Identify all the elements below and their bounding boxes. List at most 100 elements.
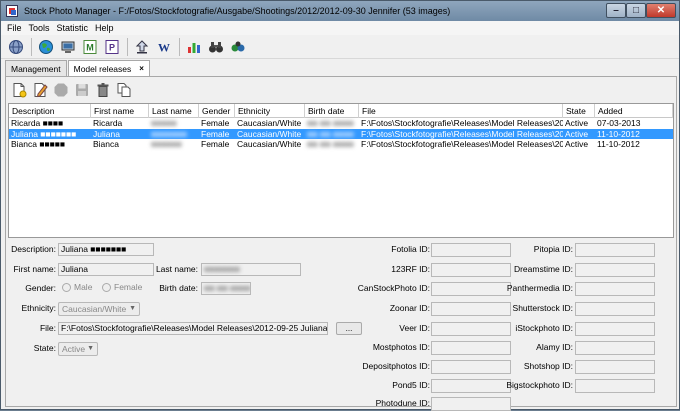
gender-female-radio[interactable]: Female xyxy=(102,282,142,292)
close-tab-icon[interactable]: × xyxy=(139,64,144,73)
tab-bar: Management Model releases × xyxy=(5,60,151,76)
column-header[interactable]: Ethnicity xyxy=(235,104,305,118)
releases-toolbar xyxy=(10,80,136,100)
world-icon[interactable] xyxy=(37,38,55,56)
pond5-id-field[interactable] xyxy=(431,379,511,393)
menu-tools[interactable]: Tools xyxy=(29,23,50,33)
cell-birth-date: ■■-■■-■■■■ xyxy=(307,128,354,139)
column-header[interactable]: File xyxy=(359,104,563,118)
123rf-id-field[interactable] xyxy=(431,263,511,277)
panthermedia-id-field[interactable] xyxy=(575,282,655,296)
computer-icon[interactable] xyxy=(59,38,77,56)
copy-icon[interactable] xyxy=(115,81,133,99)
fotolia-id-label: Fotolia ID: xyxy=(391,244,430,254)
cell-first-name: Ricarda xyxy=(93,118,123,128)
chevron-down-icon: ▼ xyxy=(129,305,136,312)
w-icon[interactable]: W xyxy=(155,38,173,56)
description-field[interactable]: Juliana ■■■■■■■ xyxy=(58,243,154,256)
upload-icon[interactable] xyxy=(133,38,151,56)
browse-file-button[interactable]: ... xyxy=(336,322,362,335)
cell-added: 11-10-2012 xyxy=(597,128,640,139)
shutterstock-id-label: Shutterstock ID: xyxy=(512,303,573,313)
menu-bar: File Tools Statistic Help xyxy=(1,21,679,35)
zoonar-id-field[interactable] xyxy=(431,302,511,316)
cell-state: Active xyxy=(565,128,589,139)
table-row[interactable]: Ricarda ■■■■ Ricarda ■■■■■ Female Caucas… xyxy=(9,118,673,129)
stop-icon[interactable] xyxy=(52,81,70,99)
tab-label: Management xyxy=(11,63,61,74)
tab-model-releases[interactable]: Model releases × xyxy=(67,60,150,76)
model-releases-table[interactable]: Description First name Last name Gender … xyxy=(8,103,674,238)
column-header[interactable]: Last name xyxy=(149,104,199,118)
canstockphoto-id-field[interactable] xyxy=(431,282,511,296)
photodune-id-field[interactable] xyxy=(431,397,511,411)
table-row-selected[interactable]: Juliana ■■■■■■■ Juliana ■■■■■■■ Female C… xyxy=(9,128,673,139)
pitopia-id-field[interactable] xyxy=(575,243,655,257)
ethnicity-label: Ethnicity: xyxy=(21,303,57,313)
toolbar-separator xyxy=(127,37,128,56)
bigstockphoto-id-field[interactable] xyxy=(575,379,655,393)
dreamstime-id-field[interactable] xyxy=(575,263,655,277)
istockphoto-id-field[interactable] xyxy=(575,322,655,336)
123rf-id-label: 123RF ID: xyxy=(391,264,430,274)
chevron-down-icon: ▼ xyxy=(87,345,94,352)
cell-gender: Female xyxy=(201,118,230,128)
mostphotos-id-label: Mostphotos ID: xyxy=(372,342,430,352)
gender-male-radio[interactable]: Male xyxy=(62,282,92,292)
cell-birth-date: ■■-■■-■■■■ xyxy=(307,139,354,149)
menu-help[interactable]: Help xyxy=(95,23,114,33)
menu-file[interactable]: File xyxy=(7,23,22,33)
ethnicity-select[interactable]: Caucasian/White ▼ xyxy=(58,302,140,316)
birth-date-field[interactable]: ■■-■■-■■■■ xyxy=(201,282,251,295)
menu-statistic[interactable]: Statistic xyxy=(57,23,89,33)
minimize-button[interactable]: – xyxy=(606,3,626,18)
save-icon[interactable] xyxy=(73,81,91,99)
alamy-id-field[interactable] xyxy=(575,341,655,355)
cell-file: F:\Fotos\Stockfotografie\Releases\Model … xyxy=(361,118,563,128)
column-header[interactable]: State xyxy=(563,104,595,118)
last-name-field[interactable]: ■■■■■■■ xyxy=(201,263,301,276)
radio-circle-icon xyxy=(102,282,111,292)
ethnicity-value: Caucasian/White xyxy=(62,304,127,314)
depositphotos-id-field[interactable] xyxy=(431,360,511,374)
binoculars-icon[interactable] xyxy=(207,38,225,56)
delete-icon[interactable] xyxy=(94,81,112,99)
maximize-button[interactable]: □ xyxy=(626,3,646,18)
column-header[interactable]: Description xyxy=(9,104,91,118)
bar-chart-icon[interactable] xyxy=(185,38,203,56)
edit-icon[interactable] xyxy=(31,81,49,99)
close-button[interactable]: ✕ xyxy=(646,3,676,18)
state-value: Active xyxy=(62,344,86,354)
mostphotos-id-field[interactable] xyxy=(431,341,511,355)
search-people-icon[interactable] xyxy=(229,38,247,56)
state-select[interactable]: Active ▼ xyxy=(58,342,98,356)
globe-icon[interactable] xyxy=(7,38,25,56)
table-row[interactable]: Bianca ■■■■■ Bianca ■■■■■■ Female Caucas… xyxy=(9,139,673,150)
svg-text:M: M xyxy=(86,42,94,52)
shotshop-id-field[interactable] xyxy=(575,360,655,374)
fotolia-id-field[interactable] xyxy=(431,243,511,257)
veer-id-label: Veer ID: xyxy=(399,323,430,333)
first-name-field[interactable]: Juliana xyxy=(58,263,154,276)
shutterstock-id-field[interactable] xyxy=(575,302,655,316)
shotshop-id-label: Shotshop ID: xyxy=(523,361,573,371)
file-path-field[interactable]: F:\Fotos\Stockfotografie\Releases\Model … xyxy=(58,322,328,335)
column-header[interactable]: Gender xyxy=(199,104,235,118)
cell-added: 11-10-2012 xyxy=(597,139,640,149)
p-icon[interactable]: P xyxy=(103,38,121,56)
gender-male-label: Male xyxy=(74,282,93,292)
cell-first-name: Juliana xyxy=(93,128,120,139)
tab-management[interactable]: Management xyxy=(5,60,67,76)
cell-state: Active xyxy=(565,139,589,149)
cell-description: Juliana ■■■■■■■ xyxy=(11,128,77,139)
istockphoto-id-label: iStockphoto ID: xyxy=(515,323,573,333)
column-header[interactable]: First name xyxy=(91,104,149,118)
veer-id-field[interactable] xyxy=(431,322,511,336)
birth-date-value: ■■-■■-■■■■ xyxy=(204,283,251,293)
new-icon[interactable] xyxy=(10,81,28,99)
column-header[interactable]: Added xyxy=(595,104,673,118)
cell-ethnicity: Caucasian/White xyxy=(237,128,302,139)
m-icon[interactable]: M xyxy=(81,38,99,56)
cell-file: F:\Fotos\Stockfotografie\Releases\Model … xyxy=(361,128,563,139)
column-header[interactable]: Birth date xyxy=(305,104,359,118)
